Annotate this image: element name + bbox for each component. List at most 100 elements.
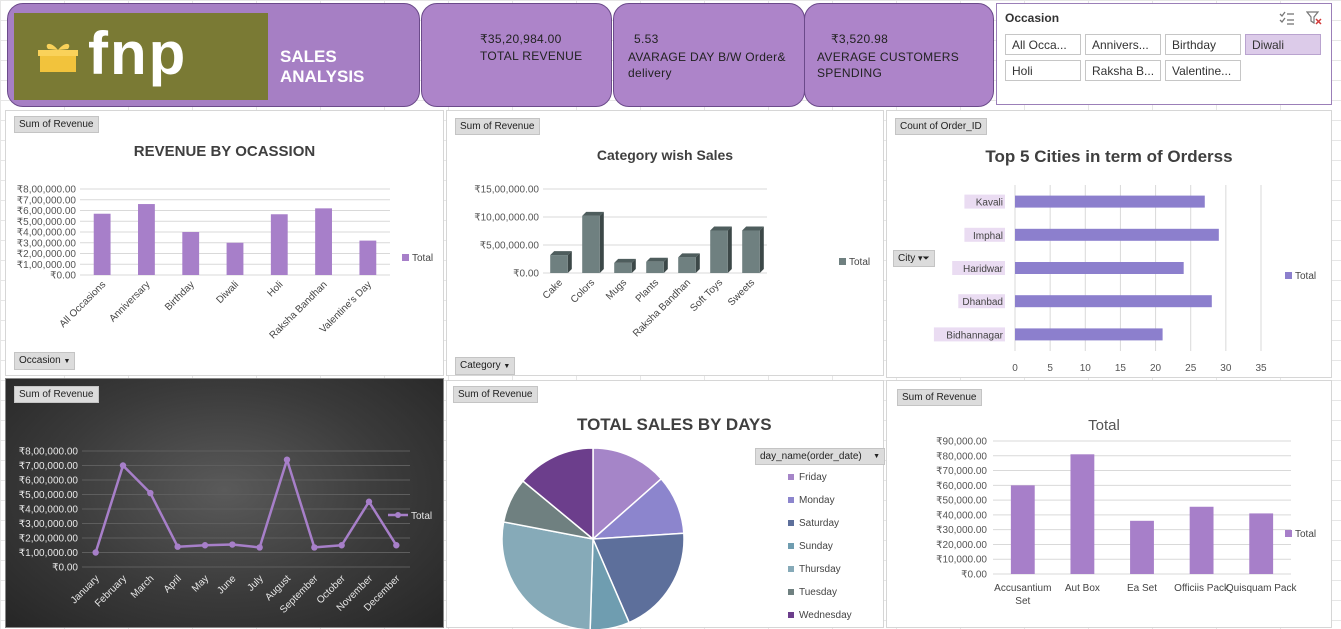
kpi-value: ₹3,520.98 xyxy=(831,32,889,46)
title-banner: fnp SALES ANALYSIS xyxy=(7,3,420,107)
bar-side xyxy=(599,211,604,273)
series-line xyxy=(94,458,398,553)
data-point xyxy=(338,542,345,549)
y-tick-label: ₹40,000.00 xyxy=(936,510,987,521)
y-tick-label: ₹3,00,000.00 xyxy=(17,238,77,249)
axis-field-label: Occasion xyxy=(19,355,61,366)
y-tick-label: ₹2,00,000.00 xyxy=(19,534,79,545)
page-title: SALES ANALYSIS xyxy=(280,47,365,86)
slicer-item-all-occasions[interactable]: All Occa... xyxy=(1005,34,1081,55)
legend-swatch xyxy=(788,520,794,527)
x-tick-label: Holi xyxy=(265,279,285,299)
kpi-value: 5.53 xyxy=(634,32,659,46)
occasion-chart-panel: Sum of Revenue REVENUE BY OCASSION ₹0.00… xyxy=(5,110,444,376)
legend-swatch xyxy=(788,589,794,596)
legend-swatch xyxy=(402,254,409,261)
data-point xyxy=(229,541,236,548)
legend-label: Tuesday xyxy=(799,587,837,598)
legend-swatch xyxy=(788,566,794,573)
axis-field-label: City xyxy=(898,253,916,264)
legend-swatch xyxy=(788,612,794,619)
legend-field-label: day_name(order_date) xyxy=(760,451,862,462)
x-tick-label: 30 xyxy=(1220,363,1232,374)
cities-chart-panel: Count of Order_ID Top 5 Cities in term o… xyxy=(886,110,1332,378)
bar xyxy=(1015,328,1163,341)
occasion-slicer: Occasion All Occa... Annivers... Birthda… xyxy=(996,3,1332,105)
legend-item: Wednesday xyxy=(788,610,852,621)
legend-label: Total xyxy=(411,511,432,522)
value-field-button[interactable]: Sum of Revenue xyxy=(14,116,99,133)
x-tick-label: 20 xyxy=(1150,363,1162,374)
y-tick-label: ₹0.00 xyxy=(961,570,987,581)
legend-field-button[interactable]: day_name(order_date) ▼ xyxy=(755,448,885,465)
legend-item: Friday xyxy=(788,472,827,483)
category-bar-chart: ₹0.00 ₹5,00,000.00 ₹10,00,000.00 ₹15,00,000… xyxy=(474,185,870,340)
slicer-item-holi[interactable]: Holi xyxy=(1005,60,1081,81)
monthly-line-chart: ₹0.00 ₹1,00,000.00 ₹2,00,000.00 ₹3,00,000.0… xyxy=(19,447,432,616)
axis-field-button[interactable]: Occasion ▼ xyxy=(14,352,76,370)
slicer-item-raksha-bandhan[interactable]: Raksha B... xyxy=(1085,60,1161,81)
multi-select-icon[interactable] xyxy=(1279,11,1295,25)
bar xyxy=(710,230,728,273)
axis-field-button[interactable]: Category ▼ xyxy=(455,357,516,375)
y-tick-label: ₹80,000.00 xyxy=(936,451,987,462)
kpi-label: AVERAGE CUSTOMERS SPENDING xyxy=(817,50,960,80)
data-point xyxy=(174,543,181,550)
kpi-label: AVARAGE DAY B/W Order& delivery xyxy=(628,50,786,80)
y-tick-label: ₹15,00,000.00 xyxy=(474,185,539,196)
x-tick-label: Accusantium Set xyxy=(994,583,1051,607)
data-point xyxy=(365,498,373,505)
legend-swatch xyxy=(788,474,794,481)
slicer-title: Occasion xyxy=(1005,11,1060,25)
x-tick-label: Cake xyxy=(541,277,566,302)
bar xyxy=(315,208,332,275)
bar xyxy=(93,213,111,275)
bar xyxy=(1015,228,1219,241)
x-tick-label: Soft Toys xyxy=(688,277,725,314)
bar xyxy=(1249,513,1274,574)
y-tick-label: ₹7,00,000.00 xyxy=(17,195,77,206)
slicer-item-diwali[interactable]: Diwali xyxy=(1245,34,1321,55)
y-tick-label: ₹10,000.00 xyxy=(936,555,987,566)
legend-label: Total xyxy=(1295,271,1316,282)
slicer-item-valentines-day[interactable]: Valentine... xyxy=(1165,60,1241,81)
legend-label: Thursday xyxy=(799,564,841,575)
y-tick-label: ₹8,00,000.00 xyxy=(19,447,79,458)
bar xyxy=(742,230,760,273)
y-tick-label: ₹5,00,000.00 xyxy=(19,490,79,501)
axis-field-button[interactable]: City ▾⏷ xyxy=(893,250,935,267)
slicer-item-birthday[interactable]: Birthday xyxy=(1165,34,1241,55)
bar xyxy=(1015,195,1205,208)
slicer-item-anniversary[interactable]: Annivers... xyxy=(1085,34,1161,55)
bar xyxy=(138,204,155,275)
x-tick-label: Raksha Bandhan xyxy=(631,277,693,339)
y-tick-label: ₹30,000.00 xyxy=(936,525,987,536)
kpi-total-revenue: ₹35,20,984.00 TOTAL REVENUE xyxy=(421,3,612,107)
x-tick-label: Sweets xyxy=(726,277,757,308)
dropdown-arrow-icon: ▼ xyxy=(63,358,71,365)
clear-filter-icon[interactable] xyxy=(1306,11,1322,25)
x-tick-label: March xyxy=(129,573,156,600)
x-tick-label: June xyxy=(215,573,238,596)
x-tick-label: Mugs xyxy=(604,277,629,302)
data-point xyxy=(311,544,318,551)
y-tick-label: ₹0.00 xyxy=(50,271,76,282)
x-tick-label: Quisquam Pack xyxy=(1226,583,1298,594)
x-tick-label: Ea Set xyxy=(1127,583,1157,594)
bar xyxy=(614,262,632,273)
legend-label: Total xyxy=(1295,529,1316,540)
y-tick-label: ₹0.00 xyxy=(52,563,78,574)
data-point xyxy=(283,456,291,463)
y-tick-label: Bidhannagar xyxy=(946,330,1003,341)
gift-icon xyxy=(38,43,78,72)
y-tick-label: ₹8,00,000.00 xyxy=(17,185,77,196)
x-tick-label: 10 xyxy=(1080,363,1092,374)
value-field-button[interactable]: Sum of Revenue xyxy=(455,118,540,135)
x-tick-label: 25 xyxy=(1185,363,1197,374)
bar xyxy=(678,257,696,273)
y-tick-label: ₹1,00,000.00 xyxy=(19,548,79,559)
data-point xyxy=(393,542,400,549)
bar xyxy=(1015,262,1184,274)
filter-icon: ▾⏷ xyxy=(918,253,930,263)
bar xyxy=(550,255,568,273)
